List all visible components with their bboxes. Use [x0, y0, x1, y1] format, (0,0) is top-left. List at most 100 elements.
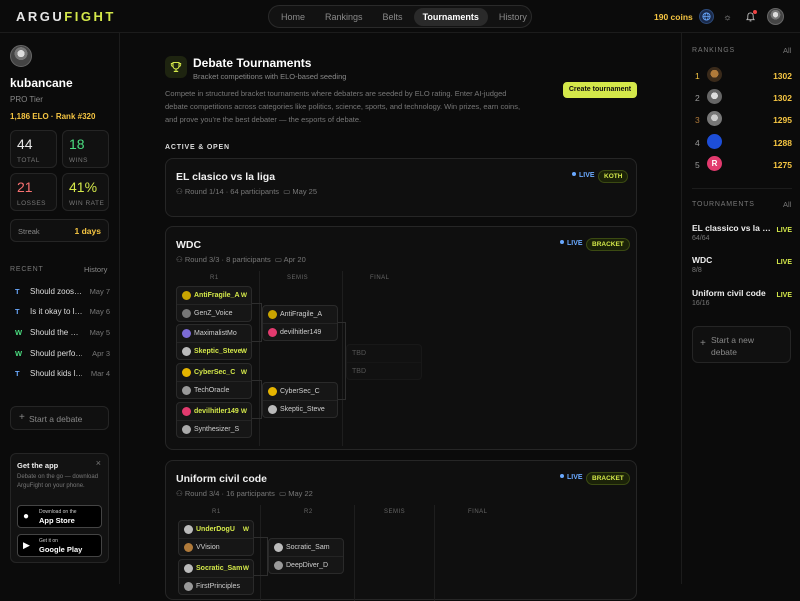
- rank-position: 4: [695, 138, 700, 148]
- nav-belts[interactable]: Belts: [374, 8, 412, 26]
- bracket-player: FirstPrinciples: [179, 577, 253, 594]
- recent-kind: W: [15, 328, 23, 337]
- bracket-match[interactable]: UnderDogU W VVision: [178, 520, 254, 556]
- bracket-player: AntiFragile_A W: [177, 287, 251, 304]
- tournament-title: EL clasico vs la liga: [176, 171, 276, 183]
- app-store-button[interactable]: ● Download on the App Store: [17, 505, 102, 528]
- recent-history-link[interactable]: History: [84, 265, 107, 274]
- nav-history[interactable]: History: [490, 8, 536, 26]
- bracket-match[interactable]: AntiFragile_A W GenZ_Voice: [176, 286, 252, 322]
- page-title: Debate Tournaments: [193, 56, 312, 70]
- bracket-player: Skeptic_Steve W: [177, 342, 251, 359]
- streak-label: Streak: [18, 227, 40, 236]
- divider: [692, 188, 792, 189]
- bracket-match[interactable]: MaximalistMo Skeptic_Steve W: [176, 324, 252, 360]
- bracket-connector: [254, 537, 268, 576]
- rank-position: 5: [695, 160, 700, 170]
- left-sidebar: kubancane PRO Tier 1,186 ELO · Rank #320…: [0, 33, 120, 584]
- bracket-match[interactable]: CyberSec_C Skeptic_Steve: [262, 382, 338, 418]
- recent-date: May 5: [89, 328, 110, 337]
- stat-label: LOSSES: [17, 200, 47, 207]
- bracket-match[interactable]: devilhitler149 W Synthesizer_S: [176, 402, 252, 438]
- start-debate-label: Start a debate: [29, 414, 83, 424]
- side-tournament-status: LIVE: [776, 259, 792, 266]
- calendar-icon: ▭: [274, 255, 282, 264]
- recent-title: Is it okay to l…: [30, 307, 82, 316]
- recent-item[interactable]: W Should the … May 5: [10, 323, 110, 343]
- start-new-debate-button[interactable]: + Start a new debate: [692, 326, 791, 363]
- coins-balance[interactable]: 190 coins: [654, 12, 693, 22]
- recent-item[interactable]: W Should perfo… Apr 3: [10, 344, 110, 364]
- tournament-title: WDC: [176, 239, 202, 251]
- side-tournament-name: Uniform civil code: [692, 288, 766, 298]
- recent-date: May 7: [89, 287, 110, 296]
- bell-icon[interactable]: [743, 9, 758, 24]
- rank-elo: 1288: [773, 138, 792, 148]
- profile-tier: PRO Tier: [10, 95, 43, 104]
- bracket-connector: [252, 380, 262, 419]
- globe-icon[interactable]: [699, 9, 714, 24]
- round-label: FINAL: [370, 275, 390, 281]
- user-avatar[interactable]: [767, 8, 784, 25]
- tournament-type-badge: BRACKET: [586, 238, 630, 251]
- nav-rankings[interactable]: Rankings: [316, 8, 372, 26]
- plus-icon: +: [700, 338, 706, 349]
- rank-position: 3: [695, 115, 700, 125]
- main-content: Debate Tournaments Bracket competitions …: [121, 33, 680, 601]
- profile-username[interactable]: kubancane: [10, 76, 73, 90]
- stat-value: 21: [17, 179, 33, 195]
- side-tournament-item[interactable]: EL classico vs la li… 64/64 LIVE: [692, 223, 792, 242]
- recent-kind: T: [15, 287, 20, 296]
- bracket-player: CyberSec_C W: [177, 364, 251, 381]
- recent-item[interactable]: T Is it okay to l… May 6: [10, 302, 110, 322]
- recent-item[interactable]: T Should kids l… Mar 4: [10, 364, 110, 384]
- ranking-row[interactable]: 4 1288: [692, 133, 792, 153]
- bracket-match[interactable]: Socratic_Sam W FirstPrinciples: [178, 559, 254, 595]
- close-icon[interactable]: ×: [96, 458, 101, 468]
- tournaments-all-link[interactable]: All: [783, 200, 791, 209]
- start-debate-button[interactable]: + Start a debate: [10, 406, 109, 430]
- bracket-player: VVision: [179, 538, 253, 555]
- bracket-match[interactable]: AntiFragile_A devilhitler149: [262, 305, 338, 341]
- tournament-card[interactable]: WDC ⚇ Round 3/3 · 8 participants ▭ Apr 2…: [165, 226, 637, 450]
- recent-item[interactable]: T Should zoos… May 7: [10, 282, 110, 302]
- app-store-small: Download on the: [39, 509, 77, 515]
- streak-box: Streak 1 days: [10, 219, 109, 242]
- bracket-match[interactable]: CyberSec_C W TechOracle: [176, 363, 252, 399]
- bracket-player: Skeptic_Steve: [263, 400, 337, 417]
- recent-heading: RECENT: [10, 266, 44, 273]
- profile-avatar[interactable]: [10, 45, 32, 67]
- side-tournament-status: LIVE: [776, 292, 792, 299]
- tournament-round-info: Round 1/14 · 64 participants: [184, 187, 280, 196]
- round-label: SEMIS: [287, 275, 309, 281]
- calendar-icon: ▭: [283, 187, 291, 196]
- recent-kind: T: [15, 369, 20, 378]
- side-tournament-status: LIVE: [776, 227, 792, 234]
- tournament-card[interactable]: Uniform civil code ⚇ Round 3/4 · 16 part…: [165, 460, 637, 601]
- tournament-card[interactable]: EL clasico vs la liga ⚇ Round 1/14 · 64 …: [165, 158, 637, 217]
- tournament-meta: ⚇ Round 3/4 · 16 participants ▭ May 22: [176, 489, 313, 498]
- ranking-row[interactable]: 5 R 1275: [692, 155, 792, 175]
- tournament-title: Uniform civil code: [176, 473, 268, 485]
- ranking-row[interactable]: 2 1302: [692, 88, 792, 108]
- ranking-row[interactable]: 3 1295: [692, 110, 792, 130]
- side-tournament-item[interactable]: Uniform civil code 16/16 LIVE: [692, 288, 792, 307]
- google-play-button[interactable]: ▶ Get it on Google Play: [17, 534, 102, 557]
- create-tournament-button[interactable]: Create tournament: [563, 82, 637, 98]
- stat-value: 18: [69, 136, 85, 152]
- bracket-match[interactable]: Socratic_Sam DeepDiver_D: [268, 538, 344, 574]
- app-logo[interactable]: ARGUFIGHT: [16, 9, 116, 24]
- rank-elo: 1275: [773, 160, 792, 170]
- sun-icon[interactable]: ☼: [720, 9, 735, 24]
- ranking-row[interactable]: 1 1302: [692, 66, 792, 86]
- play-icon: ▶: [23, 540, 30, 550]
- nav-home[interactable]: Home: [272, 8, 314, 26]
- bracket-match[interactable]: TBD TBD: [346, 344, 422, 380]
- recent-date: May 6: [89, 307, 110, 316]
- side-tournament-item[interactable]: WDC 8/8 LIVE: [692, 255, 792, 274]
- rank-elo: 1302: [773, 71, 792, 81]
- rank-elo: 1295: [773, 115, 792, 125]
- rankings-all-link[interactable]: All: [783, 46, 791, 55]
- nav-tournaments[interactable]: Tournaments: [413, 7, 488, 26]
- round-label: SEMIS: [384, 509, 406, 515]
